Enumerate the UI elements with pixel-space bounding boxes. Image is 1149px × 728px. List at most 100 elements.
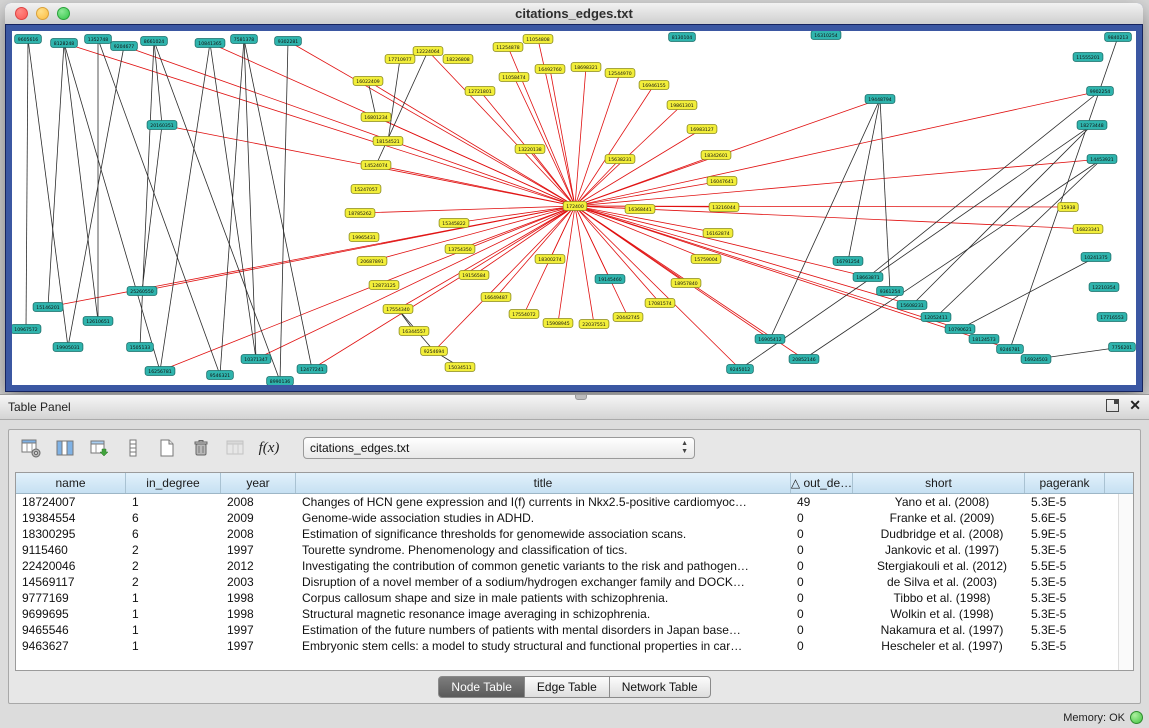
delete-column-button[interactable]	[221, 434, 249, 462]
graph-edge[interactable]	[960, 257, 1096, 329]
graph-node[interactable]: 9245012	[727, 365, 754, 374]
import-table-button[interactable]	[85, 434, 113, 462]
graph-node[interactable]: 16310254	[811, 31, 841, 40]
graph-node[interactable]: 15034511	[445, 363, 475, 372]
graph-node[interactable]: 20687891	[357, 257, 387, 266]
graph-node[interactable]: 18124573	[969, 335, 999, 344]
graph-edge[interactable]	[376, 51, 428, 165]
graph-edge[interactable]	[376, 165, 575, 206]
graph-node[interactable]: 16492760	[535, 65, 565, 74]
graph-node[interactable]: 12544970	[605, 69, 635, 78]
graph-edge[interactable]	[575, 159, 1102, 206]
graph-node[interactable]: 13754350	[445, 245, 475, 254]
graph-node[interactable]: 13220138	[515, 145, 545, 154]
graph-node[interactable]: 18785262	[345, 209, 375, 218]
column-header-short[interactable]: short	[853, 473, 1025, 493]
graph-edge[interactable]	[368, 81, 376, 117]
graph-edge[interactable]	[575, 129, 702, 206]
graph-node[interactable]: 12873125	[369, 281, 399, 290]
graph-node[interactable]: 16022409	[353, 77, 383, 86]
graph-edge[interactable]	[288, 41, 575, 206]
graph-node[interactable]: 16256781	[145, 367, 175, 376]
graph-edge[interactable]	[550, 69, 575, 206]
tab-edge-table[interactable]: Edge Table	[525, 676, 610, 698]
graph-node[interactable]: 9902254	[1087, 87, 1114, 96]
graph-edge[interactable]	[740, 125, 1092, 369]
graph-node[interactable]: 15608231	[897, 301, 927, 310]
network-canvas[interactable]: 1724009605616812824813527489204677866102…	[12, 31, 1136, 385]
graph-edge[interactable]	[912, 125, 1092, 305]
graph-node[interactable]: 19156584	[459, 271, 489, 280]
graph-edge[interactable]	[140, 41, 154, 347]
graph-node[interactable]: 15247057	[351, 185, 381, 194]
window-titlebar[interactable]: citations_edges.txt	[5, 3, 1143, 25]
table-row[interactable]: 1872400712008Changes of HCN gene express…	[16, 494, 1133, 510]
graph-node[interactable]: 18663871	[853, 273, 883, 282]
graph-node[interactable]: 12210354	[1089, 283, 1119, 292]
graph-node[interactable]: 12224064	[413, 47, 443, 56]
graph-node[interactable]: 16905412	[755, 335, 785, 344]
graph-node[interactable]: 15938	[1058, 203, 1079, 212]
graph-node[interactable]: 10967572	[12, 325, 41, 334]
graph-node[interactable]: 15759004	[691, 255, 721, 264]
graph-edge[interactable]	[64, 43, 575, 206]
graph-node[interactable]: 11254878	[493, 43, 523, 52]
graph-node[interactable]: 15146201	[33, 303, 63, 312]
graph-node[interactable]: 11054808	[523, 35, 553, 44]
graph-node[interactable]: 19965431	[349, 233, 379, 242]
graph-node[interactable]: 20852146	[789, 355, 819, 364]
graph-node[interactable]: 17710977	[385, 55, 415, 64]
graph-node[interactable]: 18273448	[1077, 121, 1107, 130]
graph-node[interactable]: 17554072	[509, 310, 539, 319]
graph-node[interactable]: 12052411	[921, 313, 951, 322]
graph-node[interactable]: 16047641	[707, 177, 737, 186]
graph-edge[interactable]	[26, 39, 28, 329]
graph-node[interactable]: 8130104	[669, 33, 696, 42]
graph-node[interactable]: 16791254	[833, 257, 863, 266]
graph-edge[interactable]	[575, 206, 594, 324]
graph-node[interactable]: 22037551	[579, 320, 609, 329]
graph-edge[interactable]	[575, 206, 960, 329]
column-header-in_degree[interactable]: in_degree	[126, 473, 221, 493]
float-panel-icon[interactable]	[1106, 399, 1119, 412]
graph-node[interactable]: 9246781	[997, 345, 1024, 354]
graph-node[interactable]: 17716553	[1097, 313, 1127, 322]
graph-node[interactable]: 10841365	[195, 39, 225, 48]
table-selector[interactable]: citations_edges.txt ▲▼	[303, 437, 695, 459]
graph-edge[interactable]	[575, 206, 868, 277]
graph-node[interactable]: 1505133	[127, 343, 154, 352]
graph-node[interactable]: 19905031	[53, 343, 83, 352]
graph-node[interactable]: 20160351	[147, 121, 177, 130]
graph-node[interactable]: 18154521	[373, 137, 403, 146]
graph-node[interactable]: 15638231	[605, 155, 635, 164]
graph-node[interactable]: 19861301	[667, 101, 697, 110]
graph-node[interactable]: 17081574	[645, 299, 675, 308]
graph-edge[interactable]	[280, 41, 288, 381]
graph-node[interactable]: 10371347	[241, 355, 271, 364]
graph-node[interactable]: 7581378	[231, 35, 258, 44]
column-header-name[interactable]: name	[16, 473, 126, 493]
graph-node[interactable]: 12477241	[297, 365, 327, 374]
column-header-out_de[interactable]: △ out_de…	[791, 473, 853, 493]
graph-node[interactable]: 18957840	[671, 279, 701, 288]
table-row[interactable]: 969969511998Structural magnetic resonanc…	[16, 606, 1133, 622]
graph-node[interactable]: 9302281	[275, 37, 302, 46]
graph-edge[interactable]	[256, 206, 575, 359]
table-settings-button[interactable]	[17, 434, 45, 462]
graph-node[interactable]: 10241375	[1081, 253, 1111, 262]
graph-node[interactable]: 8990136	[267, 377, 294, 386]
graph-node[interactable]: 15908945	[543, 319, 573, 328]
graph-node[interactable]: 16649487	[481, 293, 511, 302]
graph-node[interactable]: 9840213	[1105, 33, 1132, 42]
graph-node[interactable]: 25260550	[127, 287, 157, 296]
graph-node[interactable]: 16946155	[639, 81, 669, 90]
table-row[interactable]: 1830029562008Estimation of significance …	[16, 526, 1133, 542]
graph-edge[interactable]	[1010, 37, 1118, 349]
graph-edge[interactable]	[124, 46, 575, 206]
graph-node[interactable]: 15345822	[439, 219, 469, 228]
table-row[interactable]: 1456911722003Disruption of a novel membe…	[16, 574, 1133, 590]
graph-node[interactable]: 8661024	[141, 37, 168, 46]
graph-edge[interactable]	[312, 206, 575, 369]
graph-node[interactable]: 18342601	[701, 151, 731, 160]
graph-node[interactable]: 12610651	[83, 317, 113, 326]
